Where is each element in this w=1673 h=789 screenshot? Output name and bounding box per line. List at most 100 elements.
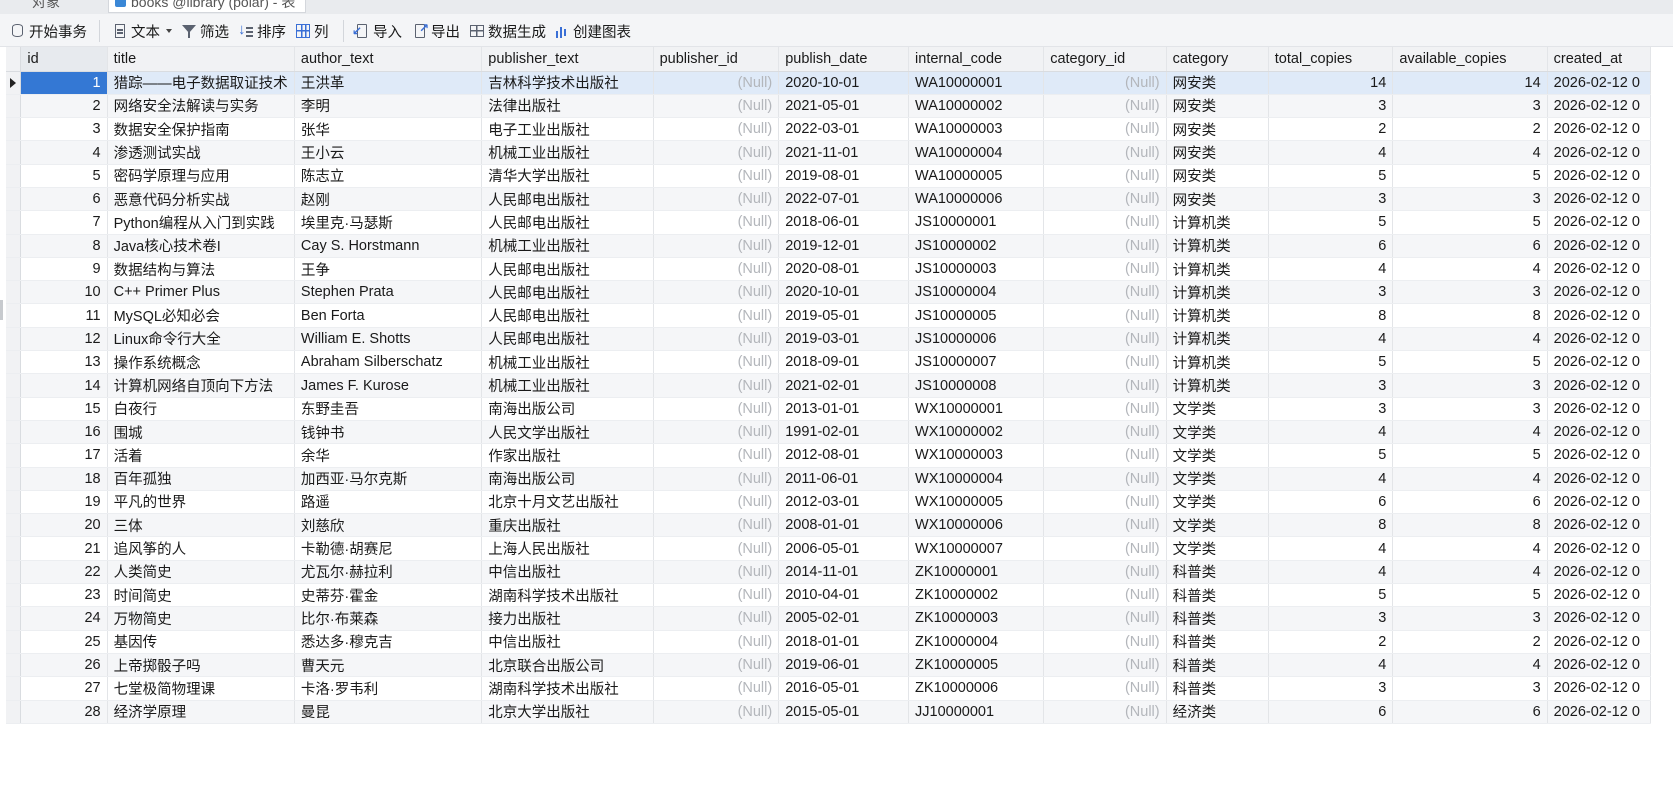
cell-total-copies[interactable]: 4 bbox=[1268, 140, 1394, 165]
cell-publisher-text[interactable]: 机械工业出版社 bbox=[481, 234, 654, 258]
cell-title[interactable]: 白夜行 bbox=[107, 397, 295, 421]
cell-created-at[interactable]: 2026-02-12 0 bbox=[1547, 536, 1651, 561]
row-header[interactable] bbox=[6, 257, 22, 282]
cell-category[interactable]: 文学类 bbox=[1166, 443, 1269, 468]
cell-total-copies[interactable]: 5 bbox=[1268, 350, 1394, 375]
row-header[interactable] bbox=[6, 420, 22, 445]
cell-internal-code[interactable]: JS10000002 bbox=[908, 234, 1045, 258]
cell-internal-code[interactable]: JS10000007 bbox=[908, 350, 1045, 375]
row-header[interactable] bbox=[6, 303, 22, 328]
cell-id[interactable]: 16 bbox=[20, 420, 108, 445]
cell-publish-date[interactable]: 2006-05-01 bbox=[778, 536, 910, 561]
cell-title[interactable]: 万物简史 bbox=[107, 606, 295, 631]
cell-total-copies[interactable]: 4 bbox=[1268, 560, 1394, 585]
cell-title[interactable]: 计算机网络自顶向下方法 bbox=[107, 373, 295, 398]
cell-internal-code[interactable]: WX10000006 bbox=[908, 513, 1045, 538]
cell-author-text[interactable]: 钱钟书 bbox=[294, 420, 483, 445]
vertical-scrollbar[interactable] bbox=[1651, 47, 1673, 789]
cell-publish-date[interactable]: 2019-03-01 bbox=[778, 327, 910, 352]
cell-category-id[interactable]: (Null) bbox=[1043, 140, 1167, 165]
cell-created-at[interactable]: 2026-02-12 0 bbox=[1547, 94, 1651, 119]
cell-created-at[interactable]: 2026-02-12 0 bbox=[1547, 373, 1651, 398]
cell-author-text[interactable]: 陈志立 bbox=[294, 164, 483, 188]
cell-category[interactable]: 科普类 bbox=[1166, 583, 1269, 608]
cell-publisher-id[interactable]: (Null) bbox=[653, 467, 780, 491]
cell-title[interactable]: 上帝掷骰子吗 bbox=[107, 653, 295, 678]
column-header-total-copies[interactable]: total_copies bbox=[1268, 47, 1394, 72]
data-grid[interactable]: id title author_text publisher_text publishe… bbox=[6, 47, 1651, 773]
cell-title[interactable]: 操作系统概念 bbox=[107, 350, 295, 375]
cell-author-text[interactable]: 史蒂芬·霍金 bbox=[294, 583, 483, 608]
cell-publish-date[interactable]: 2015-05-01 bbox=[778, 700, 910, 724]
cell-title[interactable]: MySQL必知必会 bbox=[107, 303, 295, 328]
cell-id[interactable]: 26 bbox=[20, 653, 108, 678]
cell-publish-date[interactable]: 2018-09-01 bbox=[778, 350, 910, 375]
cell-publisher-id[interactable]: (Null) bbox=[653, 513, 780, 538]
cell-created-at[interactable]: 2026-02-12 0 bbox=[1547, 420, 1651, 445]
cell-internal-code[interactable]: ZK10000002 bbox=[908, 583, 1045, 608]
cell-internal-code[interactable]: ZK10000004 bbox=[908, 630, 1045, 654]
row-header[interactable] bbox=[6, 443, 22, 468]
cell-author-text[interactable]: 卡洛·罗韦利 bbox=[294, 676, 483, 701]
cell-id[interactable]: 2 bbox=[20, 94, 108, 119]
table-row[interactable]: 26 上帝掷骰子吗 曹天元 北京联合出版公司 (Null) 2019-06-01 ZK100… bbox=[6, 653, 1651, 678]
cell-internal-code[interactable]: WX10000004 bbox=[908, 467, 1045, 491]
cell-total-copies[interactable]: 5 bbox=[1268, 210, 1394, 235]
cell-created-at[interactable]: 2026-02-12 0 bbox=[1547, 653, 1651, 678]
cell-category[interactable]: 文学类 bbox=[1166, 513, 1269, 538]
cell-id[interactable]: 14 bbox=[20, 373, 108, 398]
cell-author-text[interactable]: James F. Kurose bbox=[294, 373, 483, 398]
cell-total-copies[interactable]: 4 bbox=[1268, 327, 1394, 352]
cell-total-copies[interactable]: 2 bbox=[1268, 117, 1394, 142]
cell-publisher-id[interactable]: (Null) bbox=[653, 583, 780, 608]
cell-publisher-id[interactable]: (Null) bbox=[653, 443, 780, 468]
table-row[interactable]: 21 追风筝的人 卡勒德·胡赛尼 上海人民出版社 (Null) 2006-05-01 WX1… bbox=[6, 536, 1651, 561]
cell-id[interactable]: 10 bbox=[20, 280, 108, 305]
cell-category[interactable]: 科普类 bbox=[1166, 676, 1269, 701]
table-row[interactable]: 23 时间简史 史蒂芬·霍金 湖南科学技术出版社 (Null) 2010-04-01 ZK1… bbox=[6, 583, 1651, 608]
cell-category[interactable]: 科普类 bbox=[1166, 630, 1269, 654]
cell-publisher-text[interactable]: 机械工业出版社 bbox=[481, 350, 654, 375]
row-header[interactable] bbox=[6, 397, 22, 421]
cell-available-copies[interactable]: 8 bbox=[1392, 303, 1548, 328]
cell-category-id[interactable]: (Null) bbox=[1043, 560, 1167, 585]
cell-total-copies[interactable]: 3 bbox=[1268, 606, 1394, 631]
row-header[interactable] bbox=[6, 117, 22, 142]
cell-publish-date[interactable]: 2011-06-01 bbox=[778, 467, 910, 491]
row-header[interactable] bbox=[6, 560, 22, 585]
cell-title[interactable]: 经济学原理 bbox=[107, 700, 295, 724]
cell-category-id[interactable]: (Null) bbox=[1043, 630, 1167, 654]
cell-publisher-id[interactable]: (Null) bbox=[653, 210, 780, 235]
cell-internal-code[interactable]: WA10000006 bbox=[908, 187, 1045, 212]
row-header[interactable] bbox=[6, 164, 22, 188]
cell-category[interactable]: 计算机类 bbox=[1166, 257, 1269, 282]
cell-available-copies[interactable]: 4 bbox=[1392, 140, 1548, 165]
cell-title[interactable]: 基因传 bbox=[107, 630, 295, 654]
table-row[interactable]: 16 围城 钱钟书 人民文学出版社 (Null) 1991-02-01 WX10000002… bbox=[6, 420, 1651, 445]
cell-title[interactable]: Linux命令行大全 bbox=[107, 327, 295, 352]
cell-category-id[interactable]: (Null) bbox=[1043, 117, 1167, 142]
cell-publisher-id[interactable]: (Null) bbox=[653, 373, 780, 398]
table-row[interactable]: 22 人类简史 尤瓦尔·赫拉利 中信出版社 (Null) 2014-11-01 ZK1000… bbox=[6, 560, 1651, 585]
cell-publish-date[interactable]: 1991-02-01 bbox=[778, 420, 910, 445]
sort-button[interactable]: 排序 bbox=[238, 21, 286, 41]
row-header[interactable] bbox=[6, 280, 22, 305]
table-row[interactable]: 10 C++ Primer Plus Stephen Prata 人民邮电出版社 (Nu… bbox=[6, 280, 1651, 305]
cell-publisher-text[interactable]: 接力出版社 bbox=[481, 606, 654, 631]
cell-id[interactable]: 21 bbox=[20, 536, 108, 561]
cell-category-id[interactable]: (Null) bbox=[1043, 397, 1167, 421]
cell-publisher-id[interactable]: (Null) bbox=[653, 397, 780, 421]
cell-publisher-text[interactable]: 人民邮电出版社 bbox=[481, 303, 654, 328]
cell-publisher-id[interactable]: (Null) bbox=[653, 164, 780, 188]
cell-category[interactable]: 文学类 bbox=[1166, 420, 1269, 445]
cell-total-copies[interactable]: 14 bbox=[1268, 71, 1394, 95]
cell-category-id[interactable]: (Null) bbox=[1043, 327, 1167, 352]
cell-publisher-id[interactable]: (Null) bbox=[653, 490, 780, 515]
table-row[interactable]: 18 百年孤独 加西亚·马尔克斯 南海出版公司 (Null) 2011-06-01 WX10… bbox=[6, 467, 1651, 491]
cell-id[interactable]: 3 bbox=[20, 117, 108, 142]
cell-publish-date[interactable]: 2020-10-01 bbox=[778, 280, 910, 305]
cell-title[interactable]: 百年孤独 bbox=[107, 467, 295, 491]
cell-created-at[interactable]: 2026-02-12 0 bbox=[1547, 234, 1651, 258]
cell-category-id[interactable]: (Null) bbox=[1043, 420, 1167, 445]
cell-category[interactable]: 网安类 bbox=[1166, 94, 1269, 119]
